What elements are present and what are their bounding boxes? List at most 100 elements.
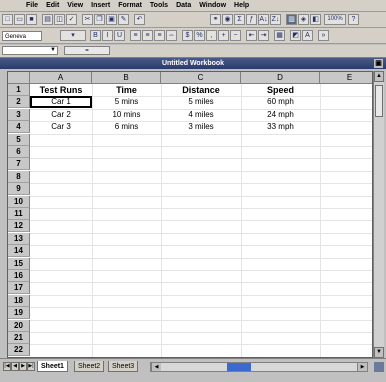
menu-edit[interactable]: Edit <box>46 2 59 9</box>
row-header-16[interactable]: 16 <box>8 270 30 282</box>
paste-icon[interactable]: ▣ <box>106 14 117 25</box>
spelling-icon[interactable]: ✓ <box>66 14 77 25</box>
tab-sheet2[interactable]: Sheet2 <box>74 361 105 372</box>
data-cell[interactable]: 60 mph <box>241 96 320 108</box>
prev-sheet-icon[interactable]: ◀ <box>11 362 19 371</box>
scroll-left-icon[interactable]: ◀ <box>151 363 161 371</box>
column-header-b[interactable]: B <box>92 72 161 84</box>
new-icon[interactable]: □ <box>2 14 13 25</box>
font-size-select[interactable]: ▾ <box>60 30 86 41</box>
font-name-field[interactable]: Geneva <box>2 31 42 41</box>
tab-sheet1[interactable]: Sheet1 <box>37 361 68 372</box>
fill-color-icon[interactable]: ◩ <box>290 30 301 41</box>
last-sheet-icon[interactable]: ▶| <box>27 362 35 371</box>
worksheet-grid[interactable]: A B C D E 1 2 3 4 5 6 7 8 9 10 11 12 13 14 15 16 17 18 19 20 21 22… <box>7 71 373 358</box>
header-cell[interactable]: Speed <box>241 84 320 96</box>
underline-icon[interactable]: U <box>114 30 125 41</box>
row-header-18[interactable]: 18 <box>8 294 30 307</box>
next-sheet-icon[interactable]: ▶ <box>19 362 27 371</box>
data-cell[interactable]: 24 mph <box>241 109 320 121</box>
row-header-10[interactable]: 10 <box>8 195 30 208</box>
menu-window[interactable]: Window <box>199 2 226 9</box>
row-header-1[interactable]: 1 <box>8 84 30 96</box>
open-icon[interactable]: ▭ <box>14 14 25 25</box>
increase-indent-icon[interactable]: ⇥ <box>258 30 269 41</box>
data-cell[interactable]: 4 miles <box>161 109 241 121</box>
data-cell[interactable]: 10 mins <box>92 109 161 121</box>
borders-icon[interactable]: ▦ <box>274 30 285 41</box>
drawing-icon[interactable]: ◧ <box>310 14 321 25</box>
vertical-scrollbar[interactable]: ▲ ▼ <box>373 71 384 358</box>
sort-descending-icon[interactable]: Z↓ <box>270 14 281 25</box>
align-center-icon[interactable]: ≡ <box>142 30 153 41</box>
menu-help[interactable]: Help <box>234 2 249 9</box>
print-preview-icon[interactable]: ◫ <box>54 14 65 25</box>
row-header-22[interactable]: 22 <box>8 344 30 357</box>
name-box[interactable]: ▼ <box>2 46 58 55</box>
menu-view[interactable]: View <box>67 2 83 9</box>
menu-tools[interactable]: Tools <box>150 2 168 9</box>
header-cell[interactable]: Test Runs <box>30 84 92 96</box>
row-header-3[interactable]: 3 <box>8 108 30 121</box>
column-header-c[interactable]: C <box>161 72 241 84</box>
data-cell[interactable]: 3 miles <box>161 121 241 133</box>
chevron-down-icon[interactable]: ▼ <box>50 47 56 53</box>
column-header-d[interactable]: D <box>241 72 320 84</box>
select-all-corner[interactable] <box>8 72 30 84</box>
row-header-19[interactable]: 19 <box>8 307 30 320</box>
row-header-5[interactable]: 5 <box>8 133 30 146</box>
menu-data[interactable]: Data <box>176 2 191 9</box>
data-cell[interactable]: Car 2 <box>30 109 92 121</box>
row-header-13[interactable]: 13 <box>8 232 30 245</box>
row-header-21[interactable]: 21 <box>8 332 30 344</box>
cut-icon[interactable]: ✂ <box>82 14 93 25</box>
save-icon[interactable]: ■ <box>26 14 37 25</box>
row-header-20[interactable]: 20 <box>8 319 30 332</box>
row-header-12[interactable]: 12 <box>8 220 30 233</box>
menu-insert[interactable]: Insert <box>91 2 110 9</box>
row-header-6[interactable]: 6 <box>8 146 30 158</box>
undo-icon[interactable]: ↶ <box>134 14 145 25</box>
more-buttons-icon[interactable]: » <box>318 30 329 41</box>
close-icon[interactable]: ▣ <box>374 59 383 68</box>
data-cell[interactable]: Car 3 <box>30 121 92 133</box>
formula-equals-button[interactable]: = <box>64 46 110 55</box>
data-cell[interactable]: 5 miles <box>161 96 241 108</box>
row-header-2[interactable]: 2 <box>8 96 30 109</box>
row-header-15[interactable]: 15 <box>8 257 30 270</box>
first-sheet-icon[interactable]: |◀ <box>3 362 11 371</box>
copy-icon[interactable]: ❐ <box>94 14 105 25</box>
tab-sheet3[interactable]: Sheet3 <box>108 361 139 372</box>
print-icon[interactable]: ▤ <box>42 14 53 25</box>
scroll-up-icon[interactable]: ▲ <box>374 71 384 82</box>
format-painter-icon[interactable]: ✎ <box>118 14 129 25</box>
row-header-9[interactable]: 9 <box>8 183 30 196</box>
column-header-a[interactable]: A <box>30 72 92 84</box>
web-toolbar-icon[interactable]: ◉ <box>222 14 233 25</box>
sort-ascending-icon[interactable]: A↓ <box>258 14 269 25</box>
hyperlink-icon[interactable]: ⚭ <box>210 14 221 25</box>
data-cell[interactable]: 5 mins <box>92 96 161 108</box>
decrease-decimal-icon[interactable]: − <box>230 30 241 41</box>
row-header-11[interactable]: 11 <box>8 208 30 220</box>
merge-center-icon[interactable]: ⇔ <box>166 30 177 41</box>
map-icon[interactable]: ◈ <box>298 14 309 25</box>
row-header-4[interactable]: 4 <box>8 121 30 134</box>
decrease-indent-icon[interactable]: ⇤ <box>246 30 257 41</box>
horizontal-scroll-thumb[interactable] <box>227 363 251 371</box>
vertical-scroll-thumb[interactable] <box>375 85 383 117</box>
resize-grip-icon[interactable] <box>374 362 384 372</box>
scroll-right-icon[interactable]: ▶ <box>357 363 367 371</box>
horizontal-scrollbar[interactable]: ◀ ▶ <box>150 362 368 372</box>
header-cell[interactable]: Distance <box>161 84 241 96</box>
menu-format[interactable]: Format <box>118 2 142 9</box>
align-left-icon[interactable]: ≡ <box>130 30 141 41</box>
scroll-down-icon[interactable]: ▼ <box>374 347 384 358</box>
increase-decimal-icon[interactable]: + <box>218 30 229 41</box>
align-right-icon[interactable]: ≡ <box>154 30 165 41</box>
row-header-17[interactable]: 17 <box>8 282 30 295</box>
row-header-14[interactable]: 14 <box>8 245 30 258</box>
font-color-icon[interactable]: A <box>302 30 313 41</box>
chart-wizard-icon[interactable]: ▥ <box>286 14 297 25</box>
row-header-7[interactable]: 7 <box>8 158 30 171</box>
